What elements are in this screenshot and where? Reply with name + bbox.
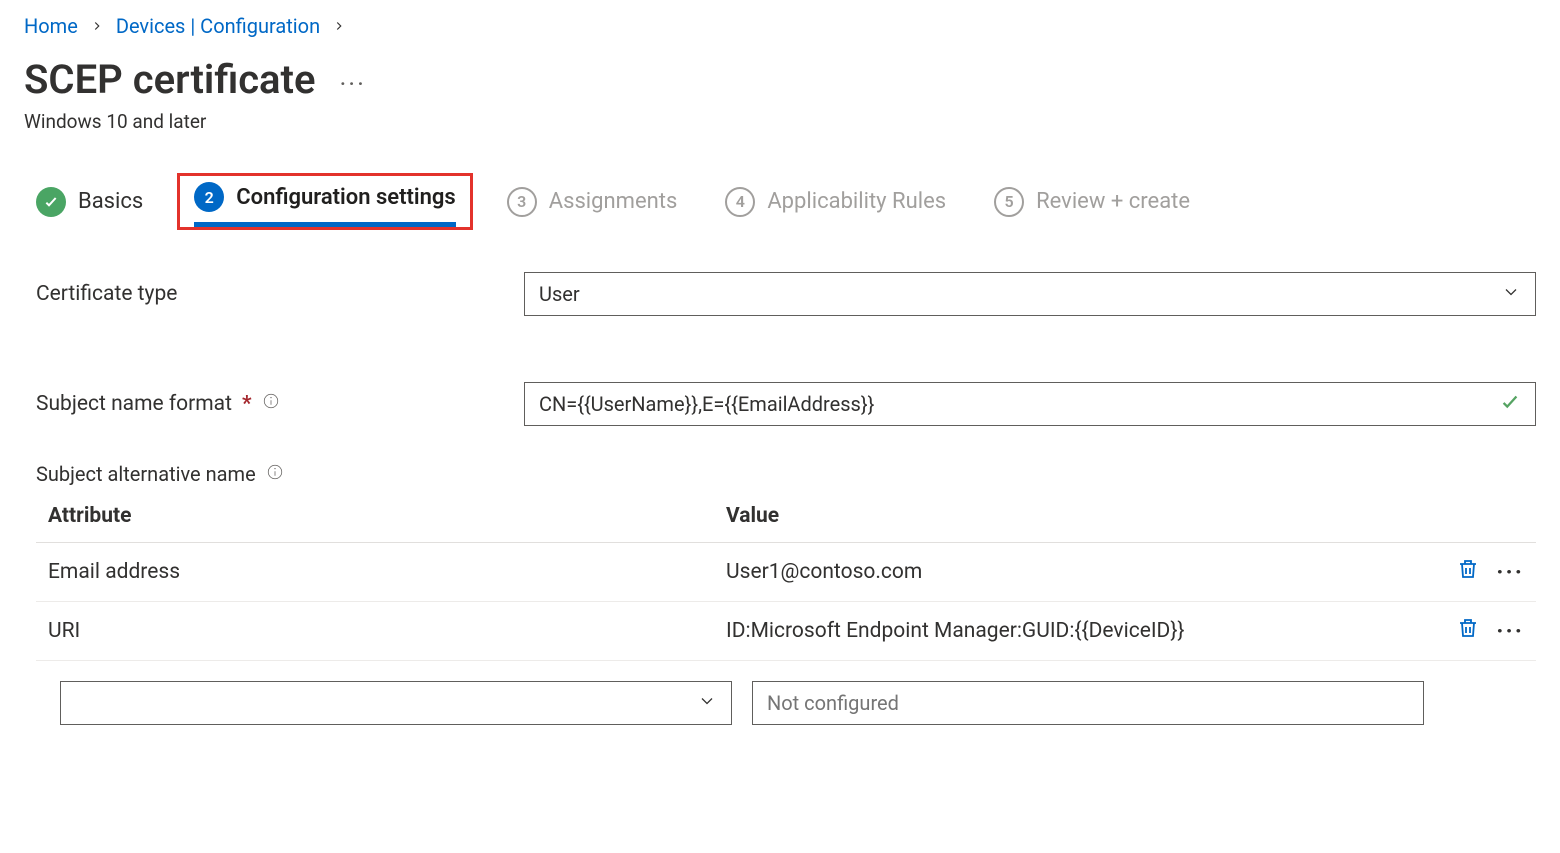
chevron-down-icon bbox=[697, 691, 717, 716]
wizard-step-review-create[interactable]: 5 Review + create bbox=[994, 187, 1190, 225]
wizard-step-basics[interactable]: Basics bbox=[36, 187, 143, 225]
row-more-button[interactable]: ··· bbox=[1496, 625, 1524, 637]
wizard-step-label: Configuration settings bbox=[236, 185, 456, 210]
step-number-badge: 3 bbox=[507, 187, 537, 217]
delete-icon[interactable] bbox=[1456, 616, 1480, 646]
certificate-type-select[interactable]: User bbox=[524, 272, 1536, 316]
cell-attribute: URI bbox=[48, 619, 726, 643]
info-icon[interactable] bbox=[262, 392, 280, 416]
check-icon bbox=[36, 187, 66, 217]
subject-alternative-name-label: Subject alternative name bbox=[36, 462, 256, 486]
step-number-badge: 4 bbox=[725, 187, 755, 217]
step-number-badge: 5 bbox=[994, 187, 1024, 217]
form-section: Certificate type User Subject name forma… bbox=[24, 236, 1536, 490]
san-attribute-select[interactable] bbox=[60, 681, 732, 725]
checkmark-icon bbox=[1499, 391, 1521, 418]
wizard-step-label: Review + create bbox=[1036, 189, 1190, 214]
san-value-input[interactable] bbox=[752, 681, 1424, 725]
col-value: Value bbox=[726, 504, 1404, 528]
col-attribute: Attribute bbox=[48, 504, 726, 528]
breadcrumb: Home Devices | Configuration bbox=[24, 10, 1536, 44]
wizard-steps: Basics 2 Configuration settings 3 Assign… bbox=[24, 141, 1536, 236]
page-subtitle: Windows 10 and later bbox=[24, 110, 1536, 133]
info-icon[interactable] bbox=[266, 462, 284, 486]
delete-icon[interactable] bbox=[1456, 557, 1480, 587]
subject-name-format-value: CN={{UserName}},E={{EmailAddress}} bbox=[539, 392, 874, 416]
certificate-type-value: User bbox=[539, 282, 580, 306]
subject-name-format-input[interactable]: CN={{UserName}},E={{EmailAddress}} bbox=[524, 382, 1536, 426]
table-header: Attribute Value bbox=[36, 490, 1536, 543]
breadcrumb-home[interactable]: Home bbox=[24, 14, 78, 38]
wizard-step-label: Basics bbox=[78, 189, 143, 214]
chevron-right-icon bbox=[90, 14, 104, 38]
page-header: SCEP certificate ··· Windows 10 and late… bbox=[24, 44, 1536, 141]
wizard-step-assignments[interactable]: 3 Assignments bbox=[507, 187, 678, 225]
wizard-step-label: Assignments bbox=[549, 189, 678, 214]
san-table: Attribute Value Email address User1@cont… bbox=[36, 490, 1536, 725]
wizard-step-applicability-rules[interactable]: 4 Applicability Rules bbox=[725, 187, 946, 225]
certificate-type-label: Certificate type bbox=[36, 282, 177, 306]
row-certificate-type: Certificate type User bbox=[36, 264, 1536, 324]
san-heading: Subject alternative name bbox=[36, 434, 1536, 490]
subject-name-format-label: Subject name format bbox=[36, 392, 232, 416]
chevron-right-icon bbox=[332, 14, 346, 38]
cell-value: ID:Microsoft Endpoint Manager:GUID:{{Dev… bbox=[726, 619, 1404, 643]
cell-attribute: Email address bbox=[48, 560, 726, 584]
wizard-step-label: Applicability Rules bbox=[767, 189, 946, 214]
step-number-badge: 2 bbox=[194, 182, 224, 212]
more-actions-button[interactable]: ··· bbox=[340, 62, 366, 98]
add-row bbox=[36, 661, 1436, 725]
breadcrumb-devices[interactable]: Devices | Configuration bbox=[116, 14, 320, 38]
cell-value: User1@contoso.com bbox=[726, 560, 1404, 584]
row-subject-name-format: Subject name format * CN={{UserName}},E=… bbox=[36, 374, 1536, 434]
page-title: SCEP certificate bbox=[24, 58, 316, 102]
table-row: Email address User1@contoso.com ··· bbox=[36, 543, 1536, 602]
chevron-down-icon bbox=[1501, 282, 1521, 307]
required-indicator: * bbox=[242, 392, 252, 416]
table-row: URI ID:Microsoft Endpoint Manager:GUID:{… bbox=[36, 602, 1536, 661]
row-more-button[interactable]: ··· bbox=[1496, 566, 1524, 578]
wizard-step-configuration-settings[interactable]: 2 Configuration settings bbox=[194, 182, 456, 220]
